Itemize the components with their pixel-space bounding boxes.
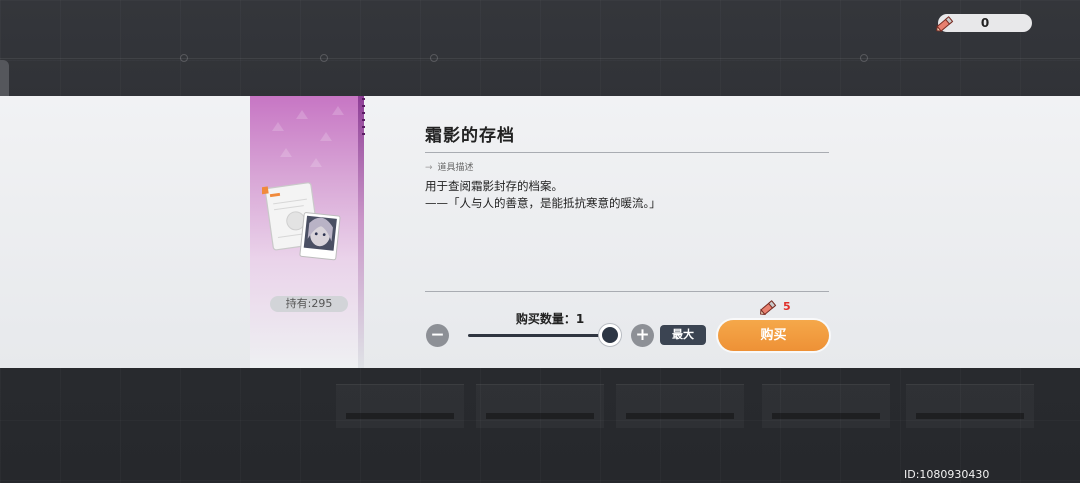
background-shop-card	[336, 384, 464, 428]
buy-button[interactable]: 购买	[718, 320, 829, 351]
currency-amount: 0	[980, 16, 990, 30]
description-line: 用于查阅霜影封存的档案。	[425, 179, 563, 193]
arrow-icon: →	[425, 163, 433, 173]
owned-count-badge: 持有:295	[270, 296, 348, 312]
background-node	[430, 54, 438, 62]
archive-document-icon	[260, 174, 346, 270]
description-quote: ——「人与人的善意，是能抵抗寒意的暖流。」	[425, 196, 661, 210]
title-divider	[425, 152, 829, 153]
currency-display: 0	[936, 14, 1032, 32]
item-detail-dialog	[0, 96, 1080, 368]
increase-quantity-button[interactable]: +	[631, 324, 654, 347]
quantity-slider-thumb[interactable]	[599, 324, 621, 346]
background-shop-card	[476, 384, 604, 428]
item-card	[250, 96, 365, 368]
background-shop-card	[762, 384, 890, 428]
item-description: 用于查阅霜影封存的档案。 ——「人与人的善意，是能抵抗寒意的暖流。」	[425, 178, 825, 212]
purchase-divider	[425, 291, 829, 292]
user-id-label: ID:1080930430	[904, 468, 990, 481]
quantity-slider-track[interactable]	[468, 334, 610, 337]
background-shop-card	[616, 384, 744, 428]
item-title: 霜影的存档	[425, 126, 515, 146]
background-node	[320, 54, 328, 62]
background-shop-card	[906, 384, 1034, 428]
description-section-label: → 道具描述	[425, 163, 474, 173]
max-quantity-button[interactable]: 最大	[660, 325, 706, 345]
pen-icon	[758, 297, 780, 317]
background-node	[860, 54, 868, 62]
decrease-quantity-button[interactable]: −	[426, 324, 449, 347]
cost-value: 5	[783, 300, 791, 313]
background-line	[0, 58, 1080, 59]
background-node	[180, 54, 188, 62]
